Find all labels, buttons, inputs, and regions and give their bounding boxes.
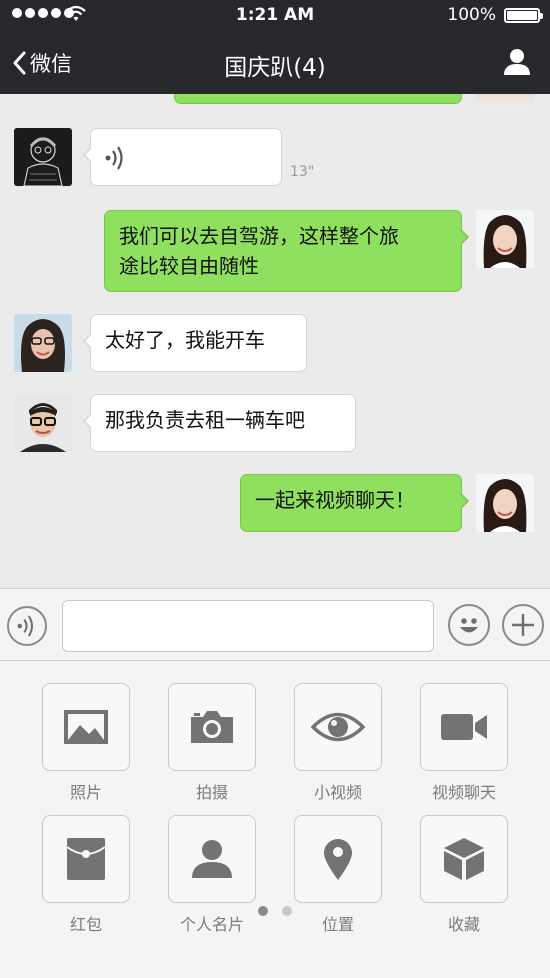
chat-screen: 1:21 AM 100% 微信 国庆趴(4) 13" 我们可以去自驾游，这样整个…	[0, 0, 550, 978]
message-text-line: 我们可以去自驾游，这样整个旅	[119, 224, 399, 248]
panel-item-location[interactable]: 位置	[294, 815, 382, 935]
voice-wave-icon	[17, 615, 33, 637]
box-icon	[444, 838, 484, 880]
message-bubble-self[interactable]: 我们可以去自驾游，这样整个旅 途比较自由随性	[104, 210, 469, 292]
page-indicator	[0, 906, 550, 916]
panel-item-photo[interactable]: 照片	[42, 683, 130, 803]
group-members-button[interactable]	[502, 48, 532, 76]
message-text: 一起来视频聊天！	[255, 488, 415, 512]
message-text: 太好了，我能开车	[105, 328, 265, 352]
panel-item-red-envelope[interactable]: 红包	[42, 815, 130, 935]
person-icon	[192, 840, 232, 878]
message-bubble-self[interactable]: 一起来视频聊天！	[240, 474, 469, 532]
smiley-icon	[460, 618, 478, 633]
panel-item-label: 照片	[69, 783, 102, 802]
more-functions-button[interactable]	[502, 604, 544, 646]
photo-icon	[64, 710, 108, 744]
voice-wave-icon	[105, 146, 123, 170]
panel-item-short-video[interactable]: 小视频	[294, 683, 382, 803]
voice-mode-button[interactable]	[7, 606, 47, 646]
message-text: 那我负责去租一辆车吧	[105, 408, 305, 432]
avatar-man-glasses[interactable]	[14, 394, 72, 452]
plus-icon	[512, 614, 534, 636]
avatar-self[interactable]	[476, 474, 534, 532]
battery-icon	[504, 8, 543, 23]
message-bubble-other[interactable]: 那我负责去租一辆车吧	[83, 394, 356, 452]
avatar-woman-glasses[interactable]	[14, 314, 72, 372]
panel-item-camera[interactable]: 拍摄	[168, 683, 256, 803]
chat-title: 国庆趴(4)	[224, 55, 326, 81]
location-pin-icon	[324, 839, 352, 880]
red-envelope-icon	[66, 838, 106, 880]
voice-duration: 13"	[290, 164, 315, 180]
video-camera-icon	[441, 714, 487, 740]
panel-item-label: 拍摄	[195, 783, 228, 802]
avatar-sketch-man[interactable]	[14, 128, 72, 186]
battery-percentage: 100%	[447, 5, 496, 25]
input-bar	[0, 588, 550, 661]
function-panel: 照片 拍摄 小视频 视频聊天 红包 个人名片 位置 收藏	[0, 661, 550, 978]
panel-item-label: 视频聊天	[431, 783, 496, 802]
eye-icon	[311, 712, 365, 742]
status-bar: 1:21 AM 100%	[0, 0, 550, 30]
avatar-self[interactable]	[476, 210, 534, 268]
voice-message-bubble[interactable]	[83, 128, 282, 186]
message-bubble-other[interactable]: 太好了，我能开车	[83, 314, 307, 372]
partial-timestamp	[140, 94, 160, 98]
panel-item-business-card[interactable]: 个人名片	[168, 815, 256, 935]
message-input[interactable]	[62, 600, 434, 652]
emoji-button[interactable]	[448, 604, 490, 646]
panel-item-favorites[interactable]: 收藏	[420, 815, 508, 935]
page-dot[interactable]	[282, 906, 292, 916]
panel-item-video-chat[interactable]: 视频聊天	[420, 683, 508, 803]
camera-icon	[191, 711, 233, 743]
page-dot-active[interactable]	[258, 906, 268, 916]
panel-item-label: 小视频	[313, 783, 362, 802]
avatar-self-partial[interactable]	[476, 94, 534, 106]
partial-message-bubble	[174, 94, 462, 104]
message-list[interactable]: 13" 我们可以去自驾游，这样整个旅 途比较自由随性 太好了，我能开车 那我负责…	[0, 94, 550, 588]
navigation-bar: 微信 国庆趴(4)	[0, 30, 550, 94]
message-text-line: 途比较自由随性	[119, 254, 259, 278]
